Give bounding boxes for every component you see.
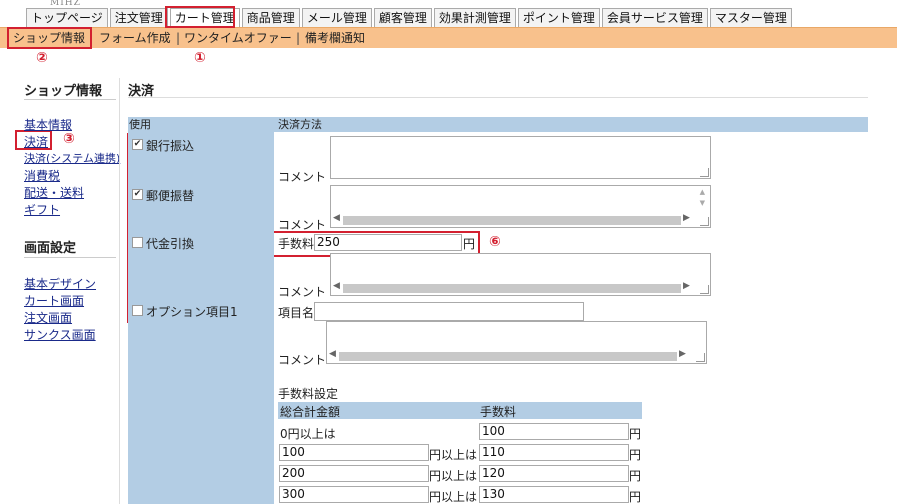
fee-table-col-total: 総合計金額 [280, 405, 341, 419]
fee-input-row-0[interactable]: 100 [479, 423, 629, 440]
fee-input-row-1[interactable]: 110 [479, 444, 629, 461]
yen-unit: 円 [629, 448, 642, 462]
highlight-cart-tab [165, 6, 235, 28]
comment-label: コメント [278, 353, 327, 367]
fee-label: 手数料 [278, 237, 315, 251]
sidebar-link-shipping[interactable]: 配送・送料 [24, 184, 84, 201]
resize-grip[interactable] [696, 353, 705, 362]
top-tab-bar: トップページ 注文管理 カート管理 商品管理 メール管理 顧客管理 効果計測管理… [26, 8, 794, 29]
subnav-one-time-offer[interactable]: ワンタイムオファー [184, 28, 292, 48]
comment-label: コメント [278, 285, 327, 299]
sidebar-link-cart-screen[interactable]: カート画面 [24, 292, 84, 309]
cod-fee-input[interactable]: 250 [314, 234, 462, 251]
highlight-shop-info [7, 27, 92, 49]
sidebar-separator [119, 78, 120, 504]
sidebar-shop-heading: ショップ情報 [24, 84, 103, 99]
logo: MIHZ [50, 0, 81, 8]
fee-settings-label: 手数料設定 [278, 387, 339, 401]
amount-input-row-1[interactable]: 100 [279, 444, 429, 461]
comment-label: コメント [278, 218, 327, 232]
scroll-down-icon[interactable]: ▼ [700, 199, 705, 207]
checkbox-option-item-1[interactable] [132, 305, 143, 316]
threshold-label: 円以上は [429, 469, 478, 483]
sidebar-screen-heading: 画面設定 [24, 241, 77, 256]
method-label-postal-transfer: 郵便振替 [146, 189, 195, 203]
postal-transfer-comment-input[interactable]: ▲ ▼ ◀ ▶ [330, 185, 711, 228]
sub-navigation: ショップ情報 フォーム作成 | ワンタイムオファー | 備考欄通知 [0, 27, 897, 48]
comment-label: コメント [278, 170, 327, 184]
checkbox-bank-transfer[interactable]: ✔ [132, 139, 143, 150]
horizontal-scrollbar[interactable]: ◀ ▶ [331, 213, 710, 227]
subnav-separator: | [176, 31, 181, 45]
sidebar-divider [24, 99, 116, 100]
horizontal-scrollbar[interactable]: ◀ ▶ [331, 281, 710, 295]
title-divider [128, 97, 868, 98]
resize-grip[interactable] [700, 285, 709, 294]
cod-comment-input[interactable]: ◀ ▶ [330, 253, 711, 296]
sidebar-link-basic-design[interactable]: 基本デザイン [24, 275, 96, 292]
method-label-option-item-1: オプション項目1 [146, 305, 238, 319]
method-label-bank-transfer: 銀行振込 [146, 139, 195, 153]
yen-unit: 円 [463, 237, 476, 251]
scroll-right-icon[interactable]: ▶ [683, 213, 690, 223]
yen-unit: 円 [629, 490, 642, 504]
subnav-remarks-notice[interactable]: 備考欄通知 [305, 28, 365, 48]
tab-member-service-management[interactable]: 会員サービス管理 [601, 8, 708, 28]
option-comment-input[interactable]: ◀ ▶ [326, 321, 707, 364]
sidebar-link-basic-info[interactable]: 基本情報 [24, 116, 72, 133]
option-item-name-input[interactable] [314, 302, 584, 321]
scrollbar-thumb[interactable] [343, 216, 681, 225]
fee-table-first-row-label: 0円以上は [280, 427, 336, 441]
scroll-right-icon[interactable]: ▶ [683, 281, 690, 291]
sidebar-link-order-screen[interactable]: 注文画面 [24, 309, 72, 326]
column-header-method: 決済方法 [278, 118, 322, 131]
tab-effect-measurement[interactable]: 効果計測管理 [433, 8, 516, 28]
tab-mail-management[interactable]: メール管理 [301, 8, 372, 28]
horizontal-scrollbar[interactable]: ◀ ▶ [327, 349, 706, 363]
subnav-separator: | [296, 31, 301, 45]
method-label-cash-on-delivery: 代金引換 [146, 237, 195, 251]
method-header-background [274, 117, 868, 132]
scroll-up-icon[interactable]: ▲ [700, 188, 705, 196]
threshold-label: 円以上は [429, 490, 478, 504]
scroll-right-icon[interactable]: ▶ [679, 349, 686, 359]
sidebar-link-payment-system[interactable]: 決済(システム連携) [24, 150, 120, 166]
fee-table-col-fee: 手数料 [480, 405, 517, 419]
column-header-use: 使用 [129, 118, 151, 131]
sidebar-link-payment[interactable]: 決済 [24, 133, 48, 150]
yen-unit: 円 [629, 469, 642, 483]
scroll-left-icon[interactable]: ◀ [333, 281, 340, 291]
tab-product-management[interactable]: 商品管理 [241, 8, 300, 28]
checkbox-postal-transfer[interactable]: ✔ [132, 189, 143, 200]
subnav-form-creation[interactable]: フォーム作成 [99, 28, 171, 48]
resize-grip[interactable] [700, 168, 709, 177]
tab-point-management[interactable]: ポイント管理 [517, 8, 600, 28]
marker-3: ③ [63, 131, 75, 147]
tab-customer-management[interactable]: 顧客管理 [373, 8, 432, 28]
scrollbar-thumb[interactable] [339, 352, 677, 361]
marker-6: ⑥ [489, 234, 501, 250]
scrollbar-thumb[interactable] [343, 284, 681, 293]
sidebar-link-consumption-tax[interactable]: 消費税 [24, 167, 60, 184]
fee-input-row-3[interactable]: 130 [479, 486, 629, 503]
sidebar-link-gift[interactable]: ギフト [24, 201, 60, 218]
tab-master-management[interactable]: マスター管理 [709, 8, 792, 28]
marker-1: ① [194, 50, 206, 66]
marker-2: ② [36, 50, 48, 66]
checkbox-cash-on-delivery[interactable] [132, 237, 143, 248]
sidebar-divider [24, 257, 116, 258]
bank-transfer-comment-input[interactable] [330, 136, 711, 179]
threshold-label: 円以上は [429, 448, 478, 462]
sidebar-link-thanks-screen[interactable]: サンクス画面 [24, 326, 96, 343]
tab-top-page[interactable]: トップページ [26, 8, 108, 28]
item-name-label: 項目名 [278, 306, 315, 320]
amount-input-row-3[interactable]: 300 [279, 486, 429, 503]
resize-grip[interactable] [700, 217, 709, 226]
scroll-left-icon[interactable]: ◀ [329, 349, 336, 359]
fee-input-row-2[interactable]: 120 [479, 465, 629, 482]
amount-input-row-2[interactable]: 200 [279, 465, 429, 482]
yen-unit: 円 [629, 427, 642, 441]
scroll-left-icon[interactable]: ◀ [333, 213, 340, 223]
tab-order-management[interactable]: 注文管理 [109, 8, 168, 28]
